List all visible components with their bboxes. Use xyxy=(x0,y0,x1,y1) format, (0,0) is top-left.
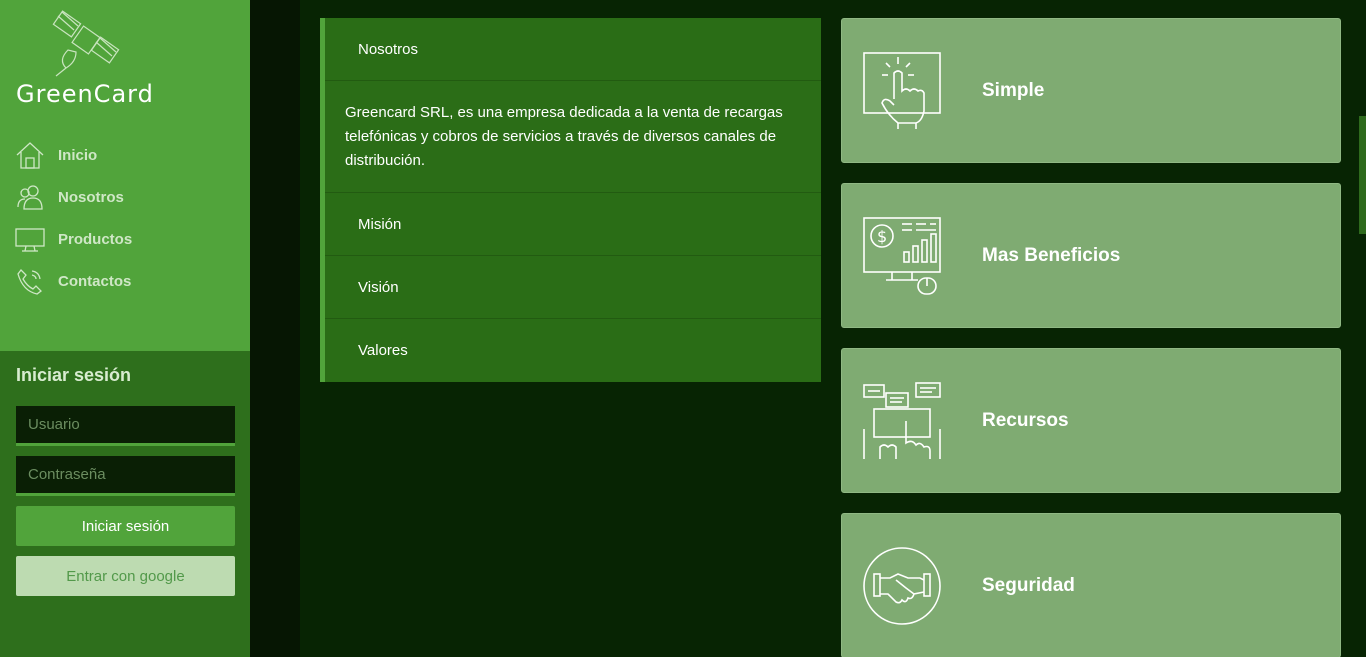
username-input[interactable]: Usuario xyxy=(16,406,235,446)
nav-label: Contactos xyxy=(58,272,132,290)
card-title: Simple xyxy=(982,79,1045,101)
password-input[interactable]: Contraseña xyxy=(16,456,235,496)
finance-dashboard-icon: $ xyxy=(863,216,941,295)
accordion-item-valores[interactable]: Valores xyxy=(325,319,821,382)
nav-label: Productos xyxy=(58,230,133,248)
accordion-item-vision[interactable]: Visión xyxy=(325,256,821,319)
handshake-icon xyxy=(863,546,941,625)
brand-logo[interactable]: GreenCard xyxy=(14,10,164,110)
main-nav: Inicio Nosotros Productos Contactos xyxy=(15,134,245,302)
nav-label: Inicio xyxy=(58,146,98,164)
login-panel: Iniciar sesión Usuario Contraseña Inicia… xyxy=(0,351,250,657)
login-title: Iniciar sesión xyxy=(16,365,132,385)
sidebar: GreenCard Inicio Nosotros Productos Cont… xyxy=(0,0,250,657)
svg-text:$: $ xyxy=(877,227,887,246)
feature-card-simple[interactable]: Simple xyxy=(841,18,1341,163)
home-icon xyxy=(15,140,45,170)
nav-item-inicio[interactable]: Inicio xyxy=(15,134,245,176)
nav-label: Nosotros xyxy=(58,188,124,206)
brand-name: GreenCard xyxy=(16,80,154,108)
users-icon xyxy=(15,182,45,212)
feature-card-recursos[interactable]: Recursos xyxy=(841,348,1341,493)
accordion-item-mision[interactable]: Misión xyxy=(325,193,821,256)
nav-item-nosotros[interactable]: Nosotros xyxy=(15,176,245,218)
scroll-indicator[interactable] xyxy=(1359,116,1366,234)
card-title: Recursos xyxy=(982,409,1069,431)
touch-screen-icon xyxy=(863,51,941,129)
nav-item-contactos[interactable]: Contactos xyxy=(15,260,245,302)
phone-icon xyxy=(15,266,45,296)
accordion-body-text: Greencard SRL, es una empresa dedicada a… xyxy=(325,81,821,193)
gutter xyxy=(250,0,300,657)
google-login-button[interactable]: Entrar con google xyxy=(16,556,235,596)
satellite-icon xyxy=(52,10,120,77)
login-button[interactable]: Iniciar sesión xyxy=(16,506,235,546)
accordion-header-nosotros[interactable]: Nosotros xyxy=(325,18,821,81)
feature-card-seguridad[interactable]: Seguridad xyxy=(841,513,1341,657)
monitor-icon xyxy=(15,224,45,254)
about-accordion: Nosotros Greencard SRL, es una empresa d… xyxy=(320,18,821,382)
card-title: Seguridad xyxy=(982,574,1075,596)
nav-item-productos[interactable]: Productos xyxy=(15,218,245,260)
feature-card-mas-beneficios[interactable]: $ Mas Beneficios xyxy=(841,183,1341,328)
chat-collaboration-icon xyxy=(863,381,941,459)
card-title: Mas Beneficios xyxy=(982,244,1121,266)
